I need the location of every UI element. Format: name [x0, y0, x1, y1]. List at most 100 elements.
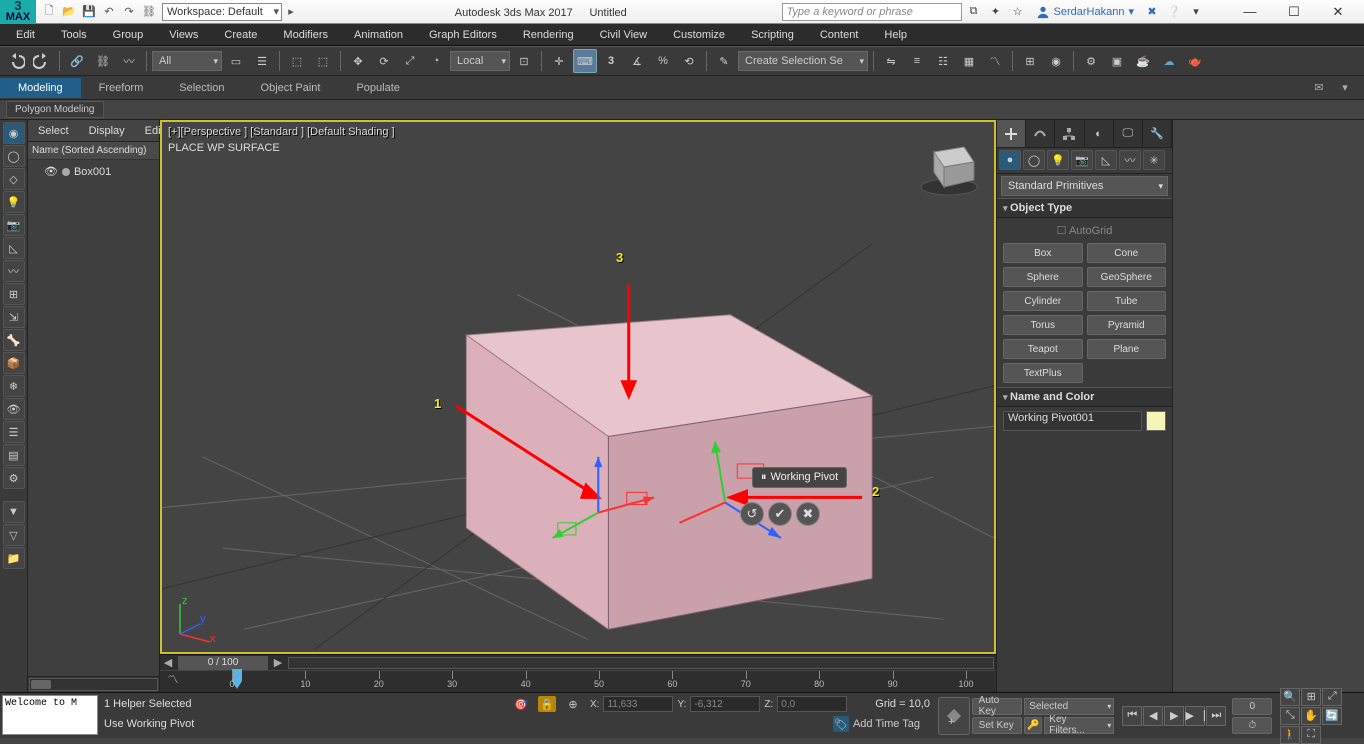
- sphere-button[interactable]: Sphere: [1003, 267, 1083, 287]
- display-all-icon[interactable]: ◉: [3, 122, 25, 144]
- ribbon-collapse-icon[interactable]: ▾: [1336, 81, 1354, 95]
- listener-text[interactable]: Welcome to M: [2, 695, 98, 735]
- render-prod-button[interactable]: 🫖: [1183, 49, 1207, 73]
- setkey-button[interactable]: Set Key: [972, 717, 1023, 734]
- help-icon[interactable]: ❔: [1164, 3, 1184, 21]
- link-button[interactable]: 🔗: [65, 49, 89, 73]
- x-coord-input[interactable]: 11,633: [603, 696, 673, 712]
- frame-display[interactable]: 0 / 100: [178, 656, 268, 670]
- exchange-icon[interactable]: ✦: [986, 3, 1006, 21]
- autokey-button[interactable]: Auto Key: [972, 698, 1023, 715]
- se-column-header[interactable]: Name (Sorted Ascending): [28, 142, 159, 160]
- material-editor-button[interactable]: ◉: [1044, 49, 1068, 73]
- object-type-rollout[interactable]: Object Type: [997, 198, 1172, 218]
- visibility-icon[interactable]: 👁: [44, 165, 58, 178]
- max-toggle-icon[interactable]: ⛶: [1301, 726, 1321, 744]
- cameras-icon[interactable]: 📷: [1071, 150, 1093, 170]
- mirror-button[interactable]: ⇋: [879, 49, 903, 73]
- display-groups-icon[interactable]: ⊞: [3, 283, 25, 305]
- display-shapes-icon[interactable]: ◇: [3, 168, 25, 190]
- polygon-modeling-panel[interactable]: Polygon Modeling: [6, 101, 104, 118]
- orbit-icon[interactable]: 🔄: [1322, 707, 1342, 725]
- spacewarps-icon[interactable]: 〰: [1119, 150, 1141, 170]
- window-crossing-icon[interactable]: ⬚: [311, 49, 335, 73]
- ribbon-tab-populate[interactable]: Populate: [338, 78, 417, 98]
- selection-lock-icon[interactable]: 🎯: [512, 696, 530, 712]
- undo-icon[interactable]: ↶: [100, 3, 118, 21]
- key-filters-dropdown[interactable]: Key Filters...: [1044, 717, 1114, 734]
- angle-snap-button[interactable]: ∡: [625, 49, 649, 73]
- render-frame-button[interactable]: ▣: [1105, 49, 1129, 73]
- geometry-icon[interactable]: ●: [999, 150, 1021, 170]
- menu-content[interactable]: Content: [808, 26, 871, 44]
- pyramid-button[interactable]: Pyramid: [1087, 315, 1167, 335]
- timeline-ruler[interactable]: 〽 0102030405060708090100: [160, 670, 996, 692]
- selection-filter-dropdown[interactable]: All: [152, 51, 222, 71]
- lights-icon[interactable]: 💡: [1047, 150, 1069, 170]
- motion-tab[interactable]: ◐: [1085, 120, 1114, 147]
- zoom-all-icon[interactable]: ⊞: [1301, 688, 1321, 706]
- display-tab[interactable]: 🖵: [1114, 120, 1143, 147]
- coord-mode-icon[interactable]: ⊕: [564, 696, 582, 712]
- play-icon[interactable]: ▶: [1164, 706, 1184, 726]
- spinner-snap-button[interactable]: ⟲: [677, 49, 701, 73]
- object-color-swatch[interactable]: [1146, 411, 1166, 431]
- se-tree[interactable]: 👁 Box001: [28, 160, 159, 676]
- helpers-icon[interactable]: ◺: [1095, 150, 1117, 170]
- teapot-button[interactable]: Teapot: [1003, 339, 1083, 359]
- render-a360-button[interactable]: ☁: [1157, 49, 1181, 73]
- tube-button[interactable]: Tube: [1087, 291, 1167, 311]
- create-tab[interactable]: [997, 120, 1026, 147]
- display-hidden-icon[interactable]: 👁: [3, 398, 25, 420]
- new-icon[interactable]: 🗋: [40, 3, 58, 21]
- menu-group[interactable]: Group: [101, 26, 156, 44]
- rotate-button[interactable]: ⟳: [372, 49, 396, 73]
- pan-icon[interactable]: ✋: [1301, 707, 1321, 725]
- ribbon-mail-icon[interactable]: ✉: [1310, 81, 1328, 95]
- workspace-more-icon[interactable]: ▸: [282, 3, 300, 21]
- menu-rendering[interactable]: Rendering: [511, 26, 586, 44]
- link-icon[interactable]: ⛓: [140, 3, 158, 21]
- display-helpers-icon[interactable]: ◺: [3, 237, 25, 259]
- unlink-button[interactable]: ⛓: [91, 49, 115, 73]
- bind-button[interactable]: 〰: [117, 49, 141, 73]
- display-space-warps-icon[interactable]: 〰: [3, 260, 25, 282]
- percent-snap-button[interactable]: %: [651, 49, 675, 73]
- lock-icon[interactable]: 🔒: [538, 696, 556, 712]
- time-slider[interactable]: ◀ 0 / 100 ▶: [160, 654, 996, 670]
- se-item-box001[interactable]: 👁 Box001: [30, 164, 157, 179]
- y-coord-input[interactable]: -6,312: [690, 696, 760, 712]
- display-props-icon[interactable]: ⚙: [3, 467, 25, 489]
- render-setup-button[interactable]: ⚙: [1079, 49, 1103, 73]
- se-menu-display[interactable]: Display: [79, 122, 135, 140]
- viewport-label[interactable]: [+][Perspective ] [Standard ] [Default S…: [168, 126, 395, 138]
- menu-create[interactable]: Create: [212, 26, 269, 44]
- timeslide-right-icon[interactable]: ▶: [270, 656, 286, 669]
- current-frame-input[interactable]: 0: [1232, 698, 1272, 715]
- perspective-viewport[interactable]: [+][Perspective ] [Standard ] [Default S…: [160, 120, 996, 654]
- move-button[interactable]: ✥: [346, 49, 370, 73]
- named-selection-dropdown[interactable]: Create Selection Se: [738, 51, 868, 71]
- x-icon[interactable]: ✖: [1142, 3, 1162, 21]
- pivot-cancel-icon[interactable]: ✖: [796, 502, 820, 526]
- select-by-name-button[interactable]: ☰: [250, 49, 274, 73]
- display-cameras-icon[interactable]: 📷: [3, 214, 25, 236]
- se-menu-select[interactable]: Select: [28, 122, 79, 140]
- curve-editor-button[interactable]: 〽: [983, 49, 1007, 73]
- close-button[interactable]: ✕: [1316, 0, 1360, 24]
- modify-tab[interactable]: [1026, 120, 1055, 147]
- zoom-extents-icon[interactable]: ⤢: [1322, 688, 1342, 706]
- redo-button[interactable]: [30, 49, 54, 73]
- menu-animation[interactable]: Animation: [342, 26, 415, 44]
- select-object-button[interactable]: ▭: [224, 49, 248, 73]
- ribbon-tab-modeling[interactable]: Modeling: [0, 78, 81, 98]
- name-color-rollout[interactable]: Name and Color: [997, 387, 1172, 407]
- select-manipulate-button[interactable]: ✛: [547, 49, 571, 73]
- time-config-icon[interactable]: ⏱: [1232, 717, 1272, 734]
- menu-scripting[interactable]: Scripting: [739, 26, 806, 44]
- goto-end-icon[interactable]: ⏭: [1206, 706, 1226, 726]
- maximize-button[interactable]: ☐: [1272, 0, 1316, 24]
- snap-toggle-button[interactable]: 3: [599, 49, 623, 73]
- minimize-button[interactable]: —: [1228, 0, 1272, 24]
- workspace-dropdown[interactable]: Workspace: Default: [162, 3, 282, 21]
